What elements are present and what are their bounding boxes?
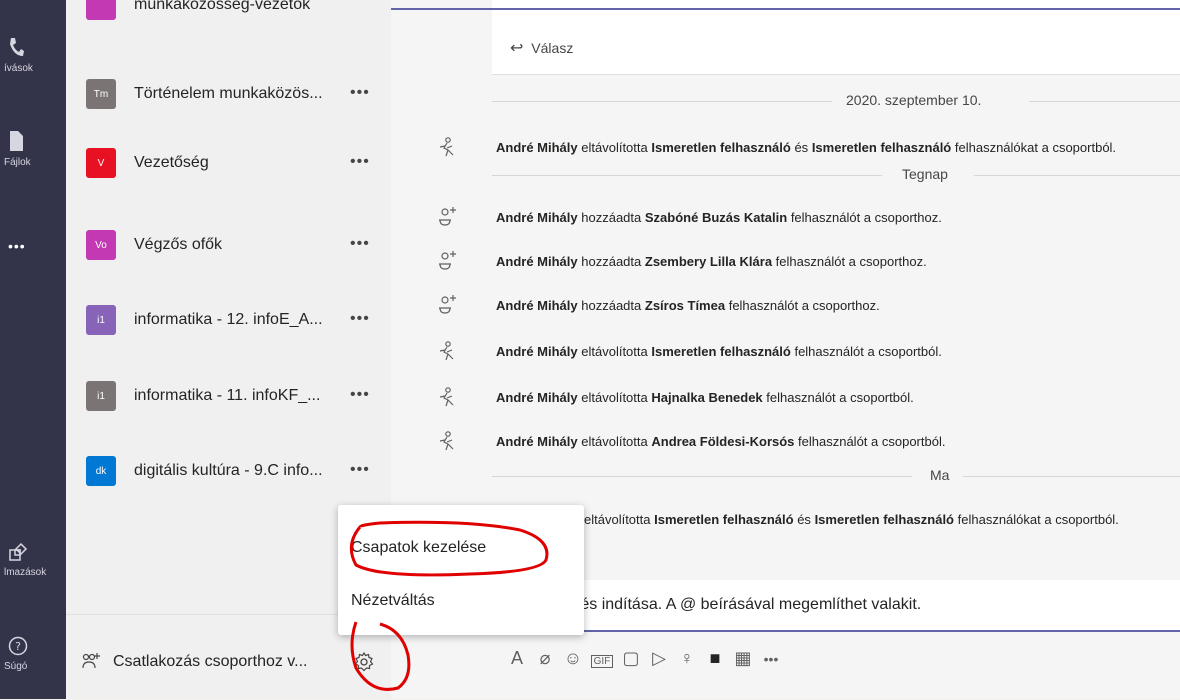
- team-item[interactable]: munkaközösség-vezetők: [86, 0, 386, 26]
- compose-box[interactable]: etés indítása. A @ beírásával megemlíthe…: [492, 580, 1180, 632]
- team-item[interactable]: Tm Történelem munkaközös... •••: [86, 75, 386, 115]
- team-name: digitális kultúra - 9.C info...: [134, 462, 323, 479]
- sticker-icon[interactable]: ▢: [617, 648, 645, 669]
- team-item[interactable]: Vo Végzős ofők •••: [86, 226, 386, 266]
- remove-user-icon: [436, 386, 458, 408]
- app-icon[interactable]: ▦: [729, 648, 757, 669]
- settings-context-menu: Csapatok kezelése Nézetváltás: [338, 505, 584, 635]
- add-user-icon: [436, 294, 458, 316]
- join-team-label: Csatlakozás csoporthoz v...: [113, 653, 308, 670]
- menu-item-switch-view[interactable]: Nézetváltás: [351, 592, 435, 610]
- team-avatar: dk: [86, 456, 116, 486]
- phone-icon: [0, 36, 66, 61]
- compose-toolbar: A ⌀ ☺ GIF ▢ ▷ ♀ ■ ▦ •••: [503, 648, 785, 669]
- team-name: Végzős ofők: [134, 236, 223, 253]
- divider-line: [974, 175, 1180, 176]
- gif-icon[interactable]: GIF: [591, 655, 613, 668]
- divider-line: [492, 101, 832, 102]
- more-options-icon[interactable]: •••: [350, 461, 370, 479]
- more-options-icon[interactable]: •••: [350, 153, 370, 171]
- file-icon: [0, 130, 66, 155]
- activity-event: André Mihály eltávolította Andrea Földes…: [436, 430, 1180, 458]
- compose-input[interactable]: etés indítása. A @ beírásával megemlíthe…: [567, 596, 921, 614]
- event-text: André Mihály eltávolította Ismeretlen fe…: [496, 140, 1117, 155]
- add-user-icon: [436, 206, 458, 228]
- activity-event: André Mihály hozzáadta Zsembery Lilla Kl…: [436, 250, 1180, 278]
- event-text: André Mihály eltávolította Hajnalka Bene…: [496, 390, 914, 405]
- team-item[interactable]: dk digitális kultúra - 9.C info... •••: [86, 452, 386, 492]
- team-avatar: i1: [86, 305, 116, 335]
- team-avatar: V: [86, 148, 116, 178]
- event-text: André Mihály hozzáadta Szabóné Buzás Kat…: [496, 210, 942, 225]
- divider-line: [963, 476, 1180, 477]
- team-name: informatika - 12. infoE_A...: [134, 311, 323, 328]
- reply-arrow-icon: ↩: [510, 40, 524, 57]
- activity-event: André Mihály eltávolította Ismeretlen fe…: [436, 136, 1180, 164]
- activity-event: André Mihály hozzáadta Szabóné Buzás Kat…: [436, 206, 1180, 234]
- menu-item-manage-teams[interactable]: Csapatok kezelése: [351, 539, 486, 557]
- emoji-icon[interactable]: ☺: [559, 648, 587, 669]
- date-divider: Tegnap: [902, 166, 948, 182]
- rail-item-more[interactable]: •••: [0, 238, 66, 254]
- manage-teams-gear-icon[interactable]: [353, 651, 375, 678]
- date-divider: 2020. szeptember 10.: [846, 92, 982, 108]
- activity-event: André Mihály eltávolította Ismeretlen fe…: [436, 340, 1180, 368]
- team-avatar: [86, 0, 116, 20]
- more-icon: •••: [8, 238, 26, 254]
- team-item[interactable]: i1 informatika - 11. infoKF_... •••: [86, 377, 386, 417]
- add-user-icon: [436, 250, 458, 272]
- format-icon[interactable]: A: [503, 648, 531, 669]
- team-item[interactable]: V Vezetőség •••: [86, 144, 386, 184]
- more-apps-icon[interactable]: •••: [757, 651, 785, 667]
- more-options-icon[interactable]: •••: [350, 84, 370, 102]
- apps-icon: [0, 542, 66, 565]
- team-avatar: Vo: [86, 230, 116, 260]
- reply-label: Válasz: [531, 40, 574, 56]
- more-options-icon[interactable]: •••: [350, 310, 370, 328]
- schedule-meeting-icon[interactable]: ▷: [645, 648, 673, 669]
- rail-item-calls[interactable]: ívások: [0, 36, 66, 74]
- svg-text:?: ?: [15, 640, 21, 653]
- help-icon: ?: [0, 636, 66, 659]
- event-text: André Mihály eltávolította Ismeretlen fe…: [496, 344, 942, 359]
- divider-line: [1029, 101, 1180, 102]
- team-avatar: Tm: [86, 79, 116, 109]
- more-options-icon[interactable]: •••: [350, 386, 370, 404]
- rail-item-help[interactable]: ? Súgó: [0, 636, 66, 672]
- team-name: Vezetőség: [134, 154, 209, 171]
- event-text: André Mihály hozzáadta Zsíros Tímea felh…: [496, 298, 880, 313]
- divider-line: [492, 476, 912, 477]
- event-text: André Mihály eltávolította Andrea Földes…: [496, 434, 946, 449]
- attach-icon[interactable]: ⌀: [531, 648, 559, 669]
- team-avatar: i1: [86, 381, 116, 411]
- more-options-icon[interactable]: •••: [350, 235, 370, 253]
- remove-user-icon: [436, 340, 458, 362]
- join-team-icon: [81, 651, 101, 676]
- praise-icon[interactable]: ♀: [673, 648, 701, 669]
- team-item[interactable]: i1 informatika - 12. infoE_A... •••: [86, 301, 386, 341]
- accent-bar: [391, 8, 1180, 10]
- divider-line: [492, 175, 882, 176]
- remove-user-icon: [436, 430, 458, 452]
- event-text: André Mihály hozzáadta Zsembery Lilla Kl…: [496, 254, 927, 269]
- team-name: munkaközösség-vezetők: [134, 0, 311, 13]
- rail-item-files[interactable]: Fájlok: [0, 130, 66, 168]
- activity-event: André Mihály eltávolította Hajnalka Bene…: [436, 386, 1180, 414]
- remove-user-icon: [436, 136, 458, 158]
- reply-button[interactable]: ↩ Válasz: [510, 38, 573, 58]
- event-text: eltávolította Ismeretlen felhasználó és …: [584, 512, 1119, 527]
- date-divider: Ma: [930, 467, 950, 483]
- rail-item-apps[interactable]: lmazások: [0, 542, 66, 578]
- app-rail: ívások Fájlok ••• lmazások ? Súgó: [0, 0, 66, 699]
- team-name: Történelem munkaközös...: [134, 85, 323, 102]
- video-icon[interactable]: ■: [701, 648, 729, 669]
- message-card: ↩ Válasz: [492, 0, 1180, 75]
- team-name: informatika - 11. infoKF_...: [134, 387, 321, 404]
- activity-event: André Mihály hozzáadta Zsíros Tímea felh…: [436, 294, 1180, 322]
